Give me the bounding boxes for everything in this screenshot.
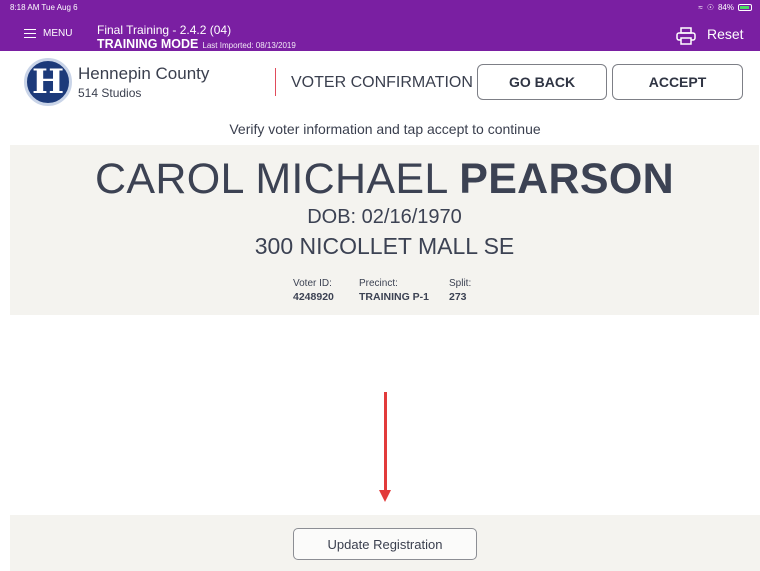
voter-info-panel: CAROL MICHAEL PEARSON DOB: 02/16/1970 30… — [10, 145, 759, 315]
battery-percent: 84% — [717, 3, 734, 12]
update-registration-button[interactable]: Update Registration — [293, 528, 477, 560]
voter-name: CAROL MICHAEL PEARSON — [10, 155, 759, 204]
accept-button[interactable]: ACCEPT — [612, 64, 743, 100]
last-imported: Last Imported: 08/13/2019 — [202, 41, 296, 50]
voter-dob: DOB: 02/16/1970 — [307, 206, 462, 228]
menu-button[interactable]: MENU — [24, 28, 72, 39]
mode-line: TRAINING MODE Last Imported: 08/13/2019 — [97, 37, 296, 51]
logo-letter: H — [31, 62, 65, 102]
hennepin-logo: H — [24, 58, 72, 106]
annotation-arrow-shaft — [384, 392, 387, 492]
hamburger-icon — [24, 28, 36, 39]
screen-title: VOTER CONFIRMATION — [291, 74, 473, 91]
menu-label: MENU — [43, 28, 73, 39]
county-name: Hennepin County — [78, 64, 210, 83]
app-version-title: Final Training - 2.4.2 (04) — [97, 23, 232, 37]
voter-id-value: 4248920 — [293, 291, 334, 303]
reset-button[interactable]: Reset — [707, 26, 744, 42]
voter-address: 300 NICOLLET MALL SE — [254, 233, 515, 259]
battery-icon — [738, 4, 752, 11]
split-block: Split: 273 — [449, 278, 471, 303]
header-divider — [275, 68, 276, 96]
voter-id-label: Voter ID: — [293, 278, 332, 289]
precinct-value: TRAINING P-1 — [359, 291, 430, 303]
precinct-block: Precinct: TRAINING P-1 — [359, 278, 429, 303]
split-value: 273 — [449, 291, 467, 303]
location-icon: ☉ — [706, 3, 714, 12]
voter-first-middle-name: CAROL MICHAEL — [95, 155, 447, 203]
site-name: 514 Studios — [78, 86, 142, 100]
voter-last-name: PEARSON — [459, 155, 674, 203]
annotation-arrow-head — [379, 490, 391, 502]
wifi-icon: ≈ — [698, 3, 703, 12]
go-back-button[interactable]: GO BACK — [477, 64, 607, 100]
split-label: Split: — [449, 278, 472, 289]
precinct-label: Precinct: — [359, 278, 398, 289]
status-time: 8:18 AM Tue Aug 6 — [10, 3, 78, 12]
instruction-text: Verify voter information and tap accept … — [229, 121, 541, 137]
voter-id-block: Voter ID: 4248920 — [293, 278, 334, 303]
top-bar: 8:18 AM Tue Aug 6 ≈ ☉ 84% MENU Final Tra… — [0, 0, 760, 51]
printer-icon[interactable] — [676, 27, 696, 45]
status-indicators: ≈ ☉ 84% — [698, 3, 752, 12]
training-mode-label: TRAINING MODE — [97, 37, 199, 51]
